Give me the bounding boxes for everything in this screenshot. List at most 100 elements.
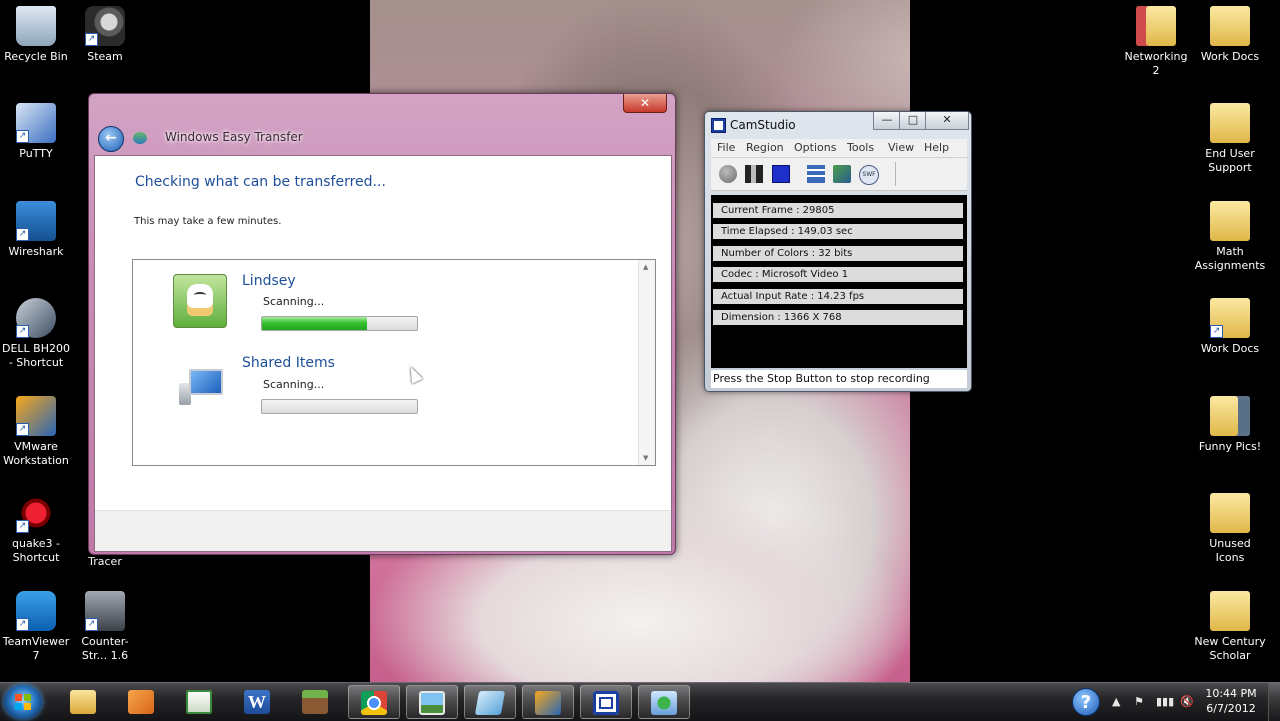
taskbar-photo-viewer[interactable] xyxy=(406,685,458,719)
desktop-icon-label: PuTTY xyxy=(19,147,53,160)
desktop-icon-networking-2[interactable]: Networking 2 xyxy=(1120,6,1192,78)
title-bar[interactable]: CamStudio — □ ✕ xyxy=(705,112,971,138)
recycle-bin-icon xyxy=(16,6,56,46)
swf-icon[interactable]: SWF xyxy=(859,165,879,185)
desktop-icon-putty[interactable]: ↗ PuTTY xyxy=(0,103,72,161)
maximize-button[interactable]: □ xyxy=(899,112,927,130)
stop-icon[interactable] xyxy=(772,165,790,183)
desktop-icon-label: DELL BH200 - Shortcut xyxy=(2,342,70,369)
desktop-icon-new-century-scholar[interactable]: New Century Scholar xyxy=(1194,591,1266,663)
desktop-icon-teamviewer[interactable]: ↗ TeamViewer 7 xyxy=(0,591,72,663)
system-clock[interactable]: 10:44 PM 6/7/2012 xyxy=(1202,686,1260,716)
close-button[interactable]: ✕ xyxy=(623,94,667,113)
folder-icon xyxy=(1210,591,1250,631)
word-icon: W xyxy=(244,690,270,714)
desktop-icon-vmware[interactable]: ↗ VMware Workstation xyxy=(0,396,72,468)
scroll-up-icon[interactable]: ▲ xyxy=(643,263,648,271)
menu-file[interactable]: File xyxy=(717,141,735,154)
taskbar-minecraft[interactable] xyxy=(290,685,342,719)
desktop-icon-label: Tracer xyxy=(88,555,122,568)
desktop-icon-label: VMware Workstation xyxy=(3,440,69,467)
desktop-icon-wireshark[interactable]: ↗ Wireshark xyxy=(0,201,72,259)
menu-region[interactable]: Region xyxy=(746,141,784,154)
menu-help[interactable]: Help xyxy=(924,141,949,154)
camstudio-app-icon xyxy=(711,118,726,133)
menu-options[interactable]: Options xyxy=(794,141,836,154)
windows-logo-icon xyxy=(15,694,31,710)
back-arrow-icon[interactable]: ← xyxy=(98,126,124,152)
scrollbar[interactable]: ▲ ▼ xyxy=(638,260,655,465)
desktop-icon-work-docs-shortcut[interactable]: ↗ Work Docs xyxy=(1194,298,1266,356)
window-title: Windows Easy Transfer xyxy=(165,130,303,144)
help-icon[interactable]: ? xyxy=(1072,688,1100,716)
chrome-icon xyxy=(361,691,387,715)
desktop-icon-steam[interactable]: ↗ Steam xyxy=(69,6,141,64)
taskbar-word[interactable]: W xyxy=(232,685,284,719)
list-item-name: Lindsey xyxy=(242,273,296,289)
desktop-icon-counter-strike[interactable]: ↗ Counter-Str... 1.6 xyxy=(69,591,141,663)
taskbar-vmware[interactable] xyxy=(522,685,574,719)
stat-dimension: Dimension : 1366 X 768 xyxy=(713,310,963,325)
desktop-icon-label: Recycle Bin xyxy=(4,50,68,63)
region-icon[interactable] xyxy=(807,165,825,183)
status-bar: Press the Stop Button to stop recording xyxy=(711,370,967,388)
window-title: CamStudio xyxy=(730,118,796,132)
progress-bar xyxy=(261,316,418,331)
close-button[interactable]: ✕ xyxy=(925,112,969,130)
steam-icon: ↗ xyxy=(85,6,125,46)
desktop-icon-math-assignments[interactable]: Math Assignments xyxy=(1194,201,1266,273)
taskbar-live-mail[interactable] xyxy=(464,685,516,719)
network-signal-icon[interactable]: ▮▮▮ xyxy=(1156,695,1174,708)
folder-icon: ↗ xyxy=(1210,298,1250,338)
folder-icon xyxy=(1210,103,1250,143)
desktop-icon-quake3[interactable]: ↗ quake3 - Shortcut xyxy=(0,493,72,565)
quake-icon: ↗ xyxy=(16,493,56,533)
menu-view[interactable]: View xyxy=(888,141,914,154)
taskbar: W ? ▲ ⚑ ▮▮▮ 🔇 10:44 PM 6/7/2012 xyxy=(0,682,1280,721)
taskbar-media-player[interactable] xyxy=(116,685,168,719)
desktop-icon-unused-icons[interactable]: Unused Icons xyxy=(1194,493,1266,565)
easy-transfer-icon xyxy=(651,691,677,715)
volume-muted-icon[interactable]: 🔇 xyxy=(1180,695,1194,708)
taskbar-easy-transfer[interactable] xyxy=(638,685,690,719)
desktop-icon-label: Networking 2 xyxy=(1124,50,1188,77)
taskbar-notepad[interactable] xyxy=(174,685,226,719)
taskbar-chrome[interactable] xyxy=(348,685,400,719)
menu-bar: File Region Options Tools View Help xyxy=(711,139,967,158)
record-icon[interactable] xyxy=(719,165,737,183)
desktop-icon-label: Steam xyxy=(87,50,123,63)
stat-current-frame: Current Frame : 29805 xyxy=(713,203,963,218)
desktop-icon-dell[interactable]: ↗ DELL BH200 - Shortcut xyxy=(0,298,72,370)
mail-icon xyxy=(474,691,506,715)
desktop-icon-recycle-bin[interactable]: Recycle Bin xyxy=(0,6,72,64)
taskbar-camstudio[interactable] xyxy=(580,685,632,719)
desktop-icon-funny-pics[interactable]: Funny Pics! xyxy=(1194,396,1266,454)
desktop-icon-label: Work Docs xyxy=(1200,342,1260,355)
desktop-icon-label: Counter-Str... 1.6 xyxy=(81,635,129,662)
transfer-items-list[interactable]: ▲ ▼ Lindsey Scanning... Shared Items Sca… xyxy=(132,259,656,466)
progress-bar xyxy=(261,399,418,414)
start-button[interactable] xyxy=(4,685,42,719)
desktop-icon-label: TeamViewer 7 xyxy=(2,635,70,662)
desktop-icon-work-docs[interactable]: Work Docs xyxy=(1194,6,1266,64)
menu-tools[interactable]: Tools xyxy=(847,141,874,154)
media-player-icon xyxy=(128,690,154,714)
page-subtext: This may take a few minutes. xyxy=(134,216,282,227)
desktop-icon-tracer[interactable]: Tracer xyxy=(69,555,141,569)
easy-transfer-app-icon xyxy=(133,132,147,144)
folder-icon xyxy=(70,690,96,714)
desktop-icon-end-user-support[interactable]: End User Support xyxy=(1194,103,1266,175)
action-center-icon[interactable]: ⚑ xyxy=(1134,695,1144,708)
show-desktop-button[interactable] xyxy=(1268,683,1280,721)
annotation-icon[interactable] xyxy=(833,165,851,183)
stat-time-elapsed: Time Elapsed : 149.03 sec xyxy=(713,224,963,239)
desktop-icon-label: End User Support xyxy=(1205,147,1255,174)
user-avatar-icon xyxy=(173,274,227,328)
page-heading: Checking what can be transferred... xyxy=(135,174,386,190)
stat-codec: Codec : Microsoft Video 1 xyxy=(713,267,963,282)
minimize-button[interactable]: — xyxy=(873,112,901,130)
scroll-down-icon[interactable]: ▼ xyxy=(643,454,648,462)
show-hidden-icons-icon[interactable]: ▲ xyxy=(1112,695,1120,708)
pause-icon[interactable] xyxy=(745,165,763,183)
taskbar-explorer[interactable] xyxy=(58,685,110,719)
